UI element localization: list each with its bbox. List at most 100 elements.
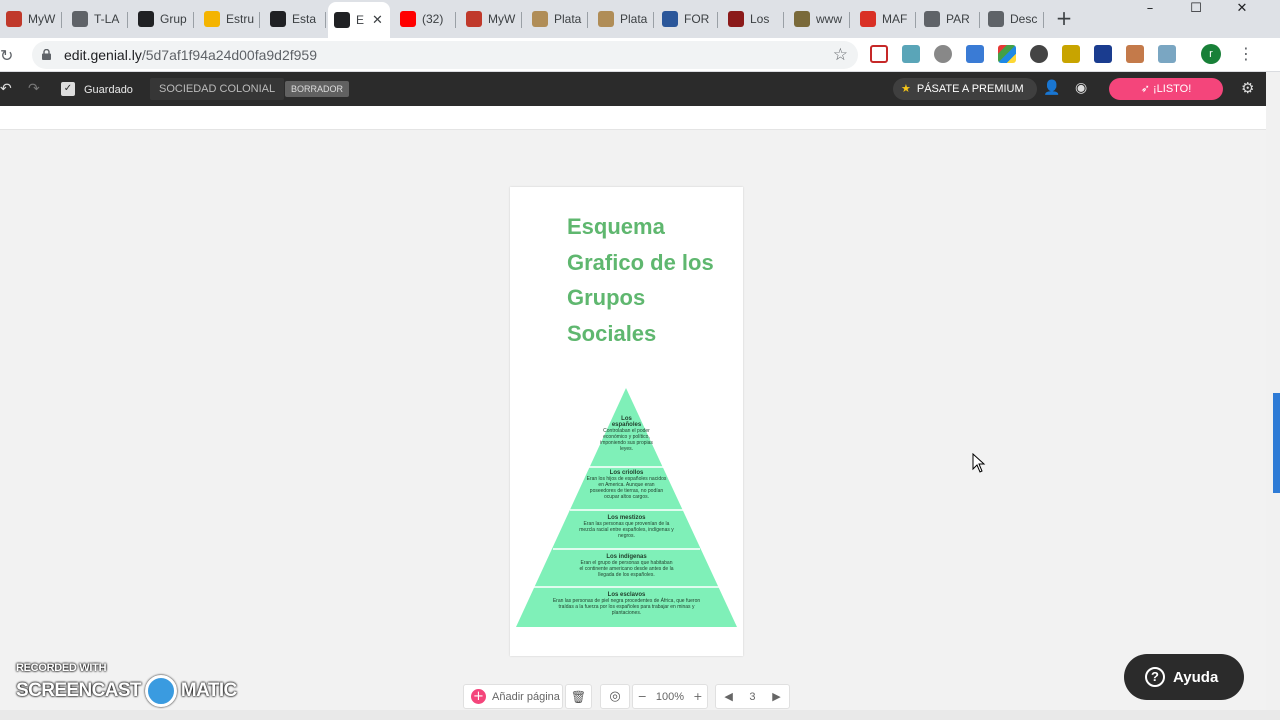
zoom-out-button[interactable]: − [638, 690, 647, 703]
browser-tab[interactable]: MyW [460, 4, 522, 34]
redo-icon[interactable]: ↷ [28, 81, 40, 97]
undo-icon[interactable]: ↶ [0, 81, 12, 97]
add-collaborator-icon[interactable]: 👤 [1043, 80, 1060, 96]
extension-icon[interactable] [966, 45, 984, 63]
settings-gear-icon[interactable]: ⚙ [1241, 79, 1254, 97]
browser-tab[interactable]: Los [722, 4, 784, 34]
browser-tab[interactable]: PAR [918, 4, 980, 34]
browser-menu-icon[interactable]: ⋮ [1238, 44, 1254, 63]
wikipedia-icon [138, 11, 154, 27]
globe-icon [924, 11, 940, 27]
scrollbar-thumb[interactable] [1273, 393, 1280, 493]
extension-icon[interactable] [1062, 45, 1080, 63]
browser-tab[interactable]: Plata [592, 4, 654, 34]
extension-icon[interactable] [1030, 45, 1048, 63]
browser-tab-label: E [356, 13, 365, 27]
close-tab-icon[interactable]: ✕ [372, 12, 383, 28]
screencast-watermark: RECORDED WITH SCREENCAST MATIC [16, 662, 237, 707]
browser-tab[interactable]: FOR [656, 4, 718, 34]
pyramid-level-mestizos: Los mestizos Eran las personas que prove… [516, 515, 737, 539]
level-text: Eran los hijos de españoles nacidos en A… [586, 476, 667, 500]
browser-tab-label: MAF [882, 12, 908, 26]
word-icon [662, 11, 678, 27]
browser-tab[interactable]: Esta [264, 4, 326, 34]
social-pyramid[interactable]: Los españoles Controlaban el poder econó… [516, 388, 737, 627]
preview-eye-icon[interactable]: ◉ [1075, 80, 1087, 96]
profile-avatar[interactable]: r [1201, 44, 1221, 64]
pyramid-level-slaves: Los esclavos Eran las personas de piel n… [516, 592, 737, 616]
level-text: Eran las personas de piel negra proceden… [552, 598, 701, 616]
lock-icon [42, 49, 51, 60]
browser-tab-label: Plata [620, 12, 648, 26]
close-window-button[interactable]: ✕ [1219, 0, 1265, 18]
browser-tab[interactable]: (32) [394, 4, 456, 34]
extension-icon[interactable] [1094, 45, 1112, 63]
preview-button[interactable]: ◎ [600, 684, 630, 709]
previous-page-button[interactable]: ◀ [724, 690, 732, 703]
question-icon: ? [1145, 667, 1165, 687]
maps-icon [860, 11, 876, 27]
browser-tab-label: Desc [1010, 12, 1038, 26]
extension-icon[interactable] [1158, 45, 1176, 63]
saved-check-icon: ✓ [61, 82, 75, 96]
add-page-button[interactable]: + Añadir página [463, 684, 563, 709]
browser-tab[interactable]: T-LA [66, 4, 128, 34]
tab-separator [979, 12, 980, 28]
star-icon: ★ [901, 82, 911, 95]
watermark-brand-suffix: MATIC [180, 680, 237, 701]
slide-canvas[interactable]: Esquema Grafico de los Grupos Sociales L… [510, 187, 743, 656]
go-premium-button[interactable]: ★ PÁSATE A PREMIUM [893, 78, 1037, 100]
tab-separator [915, 12, 916, 28]
help-button[interactable]: ? Ayuda [1124, 654, 1244, 700]
browser-tab[interactable]: Plata [526, 4, 588, 34]
browser-tab[interactable]: E ✕ [328, 2, 390, 38]
watermark-line1: RECORDED WITH [16, 662, 107, 674]
pyramid-level-indigenous: Los indígenas Eran el grupo de personas … [516, 554, 737, 578]
delete-page-button[interactable]: 🗑 [565, 684, 592, 709]
address-bar[interactable]: edit.genial.ly/5d7af1f94a24d00fa9d2f959 … [32, 41, 858, 69]
globe-icon [72, 11, 88, 27]
extension-icon[interactable] [902, 45, 920, 63]
browser-tab-strip: MyW T-LA Grup Estru Esta E ✕ (32) MyW Plata Plata F… [0, 0, 1280, 38]
page-number: 3 [749, 690, 756, 703]
extension-icon[interactable] [870, 45, 888, 63]
screencast-logo-icon [144, 675, 177, 707]
browser-tab[interactable]: Grup [132, 4, 194, 34]
extension-icon[interactable] [998, 45, 1016, 63]
ready-button[interactable]: ➶ ¡LISTO! [1109, 78, 1223, 100]
project-name-field[interactable]: SOCIEDAD COLONIAL [150, 78, 285, 100]
new-tab-button[interactable]: + [1052, 6, 1076, 30]
reload-icon[interactable]: ↻ [0, 46, 13, 65]
extension-icon[interactable] [1126, 45, 1144, 63]
go-premium-label: PÁSATE A PREMIUM [916, 83, 1024, 95]
browser-tab[interactable]: Desc [982, 4, 1044, 34]
browser-tab[interactable]: www [788, 4, 850, 34]
extension-icon[interactable] [934, 45, 952, 63]
tab-separator [259, 12, 260, 28]
zoom-in-button[interactable]: + [693, 690, 702, 703]
browser-tab[interactable]: Estru [198, 4, 260, 34]
browser-tab-label: www [816, 12, 842, 26]
hyb-icon [728, 11, 744, 27]
browser-tab-label: FOR [684, 12, 710, 26]
level-text: Eran el grupo de personas que habitaban … [579, 560, 674, 578]
pyramid-level-spaniards: Los españoles Controlaban el poder econó… [516, 416, 737, 452]
browser-tab[interactable]: MAF [854, 4, 916, 34]
next-page-button[interactable]: ▶ [772, 690, 780, 703]
level-text: Eran las personas que provenían de la me… [579, 521, 674, 539]
zoom-value: 100% [655, 690, 685, 703]
tab-separator [193, 12, 194, 28]
maximize-button[interactable]: ☐ [1173, 0, 1219, 18]
browser-tab[interactable]: MyW [0, 4, 62, 34]
browser-tab-label: Estru [226, 12, 255, 26]
editor-subbar [0, 106, 1266, 130]
level-title: Los españoles [611, 416, 642, 428]
trash-icon: 🗑 [570, 689, 587, 704]
bookmark-star-icon[interactable]: ☆ [833, 45, 848, 65]
browser-tab-label: MyW [28, 12, 56, 26]
minimize-button[interactable]: – [1127, 0, 1173, 18]
tab-separator [127, 12, 128, 28]
draft-badge: BORRADOR [285, 81, 350, 97]
slide-title[interactable]: Esquema Grafico de los Grupos Sociales [567, 209, 737, 351]
slides-icon [204, 11, 220, 27]
